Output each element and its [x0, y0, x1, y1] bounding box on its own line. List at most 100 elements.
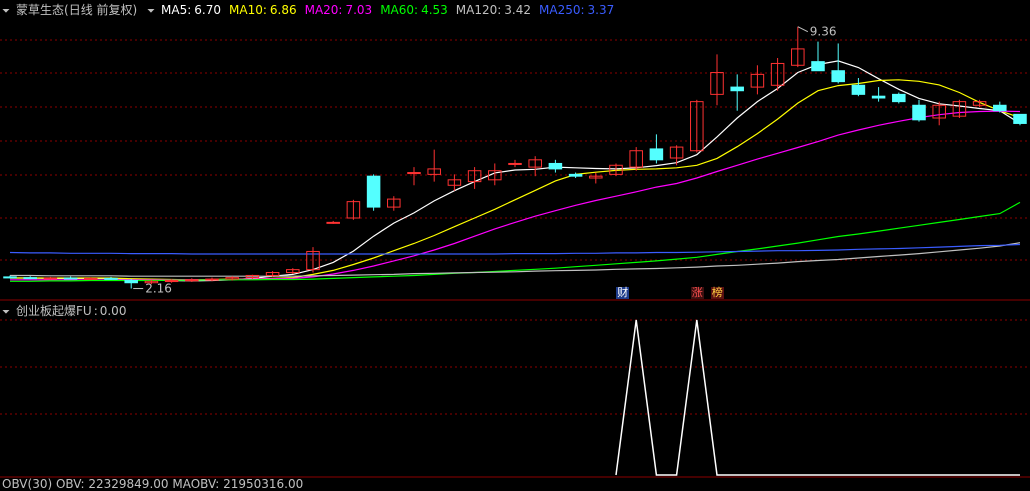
candle	[467, 167, 482, 189]
candle	[690, 99, 704, 153]
ma-legend-item: MA250:	[539, 3, 585, 17]
candle	[710, 54, 724, 106]
candle-body	[548, 162, 563, 170]
candle-body	[63, 277, 78, 280]
ma-legend-item: MA60:	[380, 3, 419, 17]
candle	[730, 74, 744, 111]
indicator-name: 创业板起爆FU	[16, 304, 92, 318]
event-badge[interactable]: 榜	[710, 287, 724, 299]
indicator-signal-line	[615, 319, 1020, 476]
candle	[104, 276, 118, 280]
ma-line-ma60	[10, 201, 1021, 282]
signal-series	[615, 319, 1020, 476]
candle	[750, 65, 765, 95]
high-label: 9.36	[810, 25, 837, 39]
low-label: 2.16	[145, 282, 172, 296]
chevron-down-icon[interactable]: ⏷	[2, 307, 10, 318]
period-label: (日线 前复权)	[64, 3, 138, 17]
ma-legend-value: 6.70	[194, 3, 221, 17]
candle-body	[1013, 113, 1027, 124]
event-badge[interactable]: 涨	[690, 287, 704, 299]
moving-average-lines	[9, 60, 1021, 282]
ma-legend-value: 3.37	[587, 3, 615, 17]
candle-body	[84, 277, 98, 280]
candle-body	[23, 277, 37, 280]
candle	[23, 276, 37, 280]
candle-body	[568, 173, 583, 177]
candle-body	[366, 175, 381, 208]
candle	[124, 279, 138, 289]
candle-body	[185, 279, 199, 282]
candle	[629, 147, 643, 171]
obv-legend: OBV(30) OBV: 22329849.00 MAOBV: 21950316…	[2, 477, 309, 491]
ma-legend-item: MA120:	[455, 3, 502, 17]
candle	[63, 276, 78, 280]
ma-line-ma120	[10, 242, 1021, 277]
ma-line-ma5	[10, 60, 1021, 282]
candle-body	[871, 95, 886, 99]
stock-name: 蒙草生态	[16, 3, 65, 17]
candle	[892, 92, 906, 104]
candle	[326, 220, 340, 224]
candle	[871, 87, 886, 102]
candle	[185, 278, 199, 282]
chevron-down-icon[interactable]: ⏷	[2, 6, 10, 17]
chevron-down-icon[interactable]: ⏷	[147, 6, 155, 17]
price-grid	[0, 39, 1030, 261]
candle-body	[124, 280, 138, 284]
candle	[508, 159, 522, 168]
high-arrow	[797, 26, 809, 33]
candle	[932, 101, 946, 126]
candle	[912, 99, 926, 122]
candle-body	[892, 93, 906, 103]
candle	[387, 196, 401, 211]
candle-body	[831, 70, 845, 83]
candle	[306, 247, 320, 273]
candle	[346, 199, 361, 220]
ma-legend-value: 6.86	[269, 3, 297, 17]
candle-body	[993, 104, 1007, 112]
candle	[589, 172, 603, 184]
candle-body	[104, 277, 118, 280]
candle-body	[811, 61, 825, 72]
ma-legend-value: 3.42	[504, 3, 532, 17]
candle	[669, 145, 684, 166]
candle-body	[3, 276, 17, 279]
candle	[548, 159, 563, 173]
event-badge[interactable]: 财	[616, 287, 630, 299]
kline-chart[interactable]: 9.36 2.16	[0, 0, 1030, 486]
main-legend: ⏷ 蒙草生态(日线 前复权) ⏷ MA5: 6.70 MA10: 6.86 MA20: 7.0…	[2, 1, 628, 18]
indicator-sep: :	[93, 304, 98, 318]
indicator-grid	[0, 319, 1030, 415]
ma-legend-value: 4.53	[421, 3, 448, 17]
obv-text: OBV(30) OBV: 22329849.00 MAOBV: 21950316…	[2, 477, 304, 491]
candle	[770, 58, 785, 91]
candle-body	[43, 277, 58, 280]
candle	[952, 99, 967, 118]
ma-line-ma10	[10, 79, 1021, 281]
candle	[649, 134, 664, 164]
price-annotations: 9.36 2.16	[133, 25, 837, 296]
candle	[1013, 113, 1027, 126]
ma-legend-value: 7.03	[345, 3, 373, 17]
candle-body	[912, 104, 926, 121]
candle	[851, 78, 866, 97]
candle-body	[851, 84, 866, 95]
ma-legend: MA5: 6.70 MA10: 6.86 MA20: 7.03 MA60: 4.53 MA120…	[161, 3, 622, 17]
candle	[43, 276, 58, 280]
candle-body	[407, 172, 421, 175]
ma-legend-item: MA5:	[161, 3, 192, 17]
ma-line-ma250	[9, 243, 1021, 255]
candle	[831, 43, 845, 84]
candle	[993, 101, 1007, 113]
candle-body	[508, 162, 522, 165]
candle-body	[730, 86, 744, 92]
indicator-legend: ⏷ 创业板起爆FU:0.00	[2, 302, 132, 319]
ma-line-ma20	[10, 110, 1021, 281]
candle-body	[326, 221, 340, 224]
candle	[811, 41, 825, 72]
candle	[427, 149, 441, 182]
candle	[366, 174, 381, 211]
ma-legend-item: MA10:	[229, 3, 267, 17]
indicator-value: 0.00	[99, 304, 127, 318]
